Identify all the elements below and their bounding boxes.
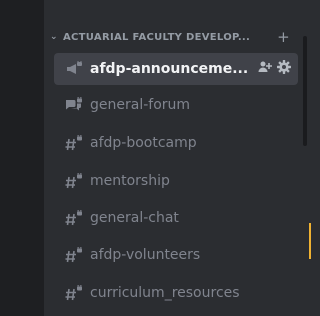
channel-afdp-announcements[interactable]: afdp-announceme... (54, 53, 298, 85)
text-channel-lock-icon (64, 283, 84, 303)
scrollbar[interactable] (303, 36, 307, 146)
text-channel-lock-icon (64, 208, 84, 228)
channel-label: general-chat (90, 210, 179, 226)
plus-icon[interactable]: + (277, 28, 290, 46)
text-channel-lock-icon (64, 171, 84, 191)
channel-label: general-forum (90, 97, 191, 113)
text-channel-lock-icon (64, 245, 84, 265)
channel-label: curriculum_resources (90, 285, 240, 301)
channel-afdp-volunteers[interactable]: afdp-volunteers (54, 239, 298, 271)
server-rail (0, 0, 44, 316)
channel-sidebar: ⌄ ACTUARIAL FACULTY DEVELOP... + afdp-an… (0, 0, 315, 316)
channel-afdp-bootcamp[interactable]: afdp-bootcamp (54, 127, 298, 159)
channel-general-forum[interactable]: general-forum (54, 89, 298, 121)
text-channel-lock-icon (64, 133, 84, 153)
channel-label: afdp-bootcamp (90, 135, 197, 151)
channel-general-chat[interactable]: general-chat (54, 202, 298, 234)
unread-indicator (309, 223, 311, 259)
forum-lock-icon (64, 95, 84, 115)
category-label: ACTUARIAL FACULTY DEVELOP... (63, 31, 251, 43)
channel-label: mentorship (90, 173, 170, 189)
channel-label: afdp-announceme... (90, 61, 249, 77)
channel-curriculum-resources[interactable]: curriculum_resources (54, 277, 298, 309)
channel-mentorship[interactable]: mentorship (54, 165, 298, 197)
channel-label: afdp-volunteers (90, 247, 201, 263)
announcement-lock-icon (64, 59, 84, 79)
gear-icon[interactable] (276, 59, 292, 79)
invite-people-icon[interactable] (257, 59, 273, 79)
category-header[interactable]: ⌄ ACTUARIAL FACULTY DEVELOP... + (50, 28, 290, 46)
chevron-down-icon[interactable]: ⌄ (50, 32, 60, 42)
